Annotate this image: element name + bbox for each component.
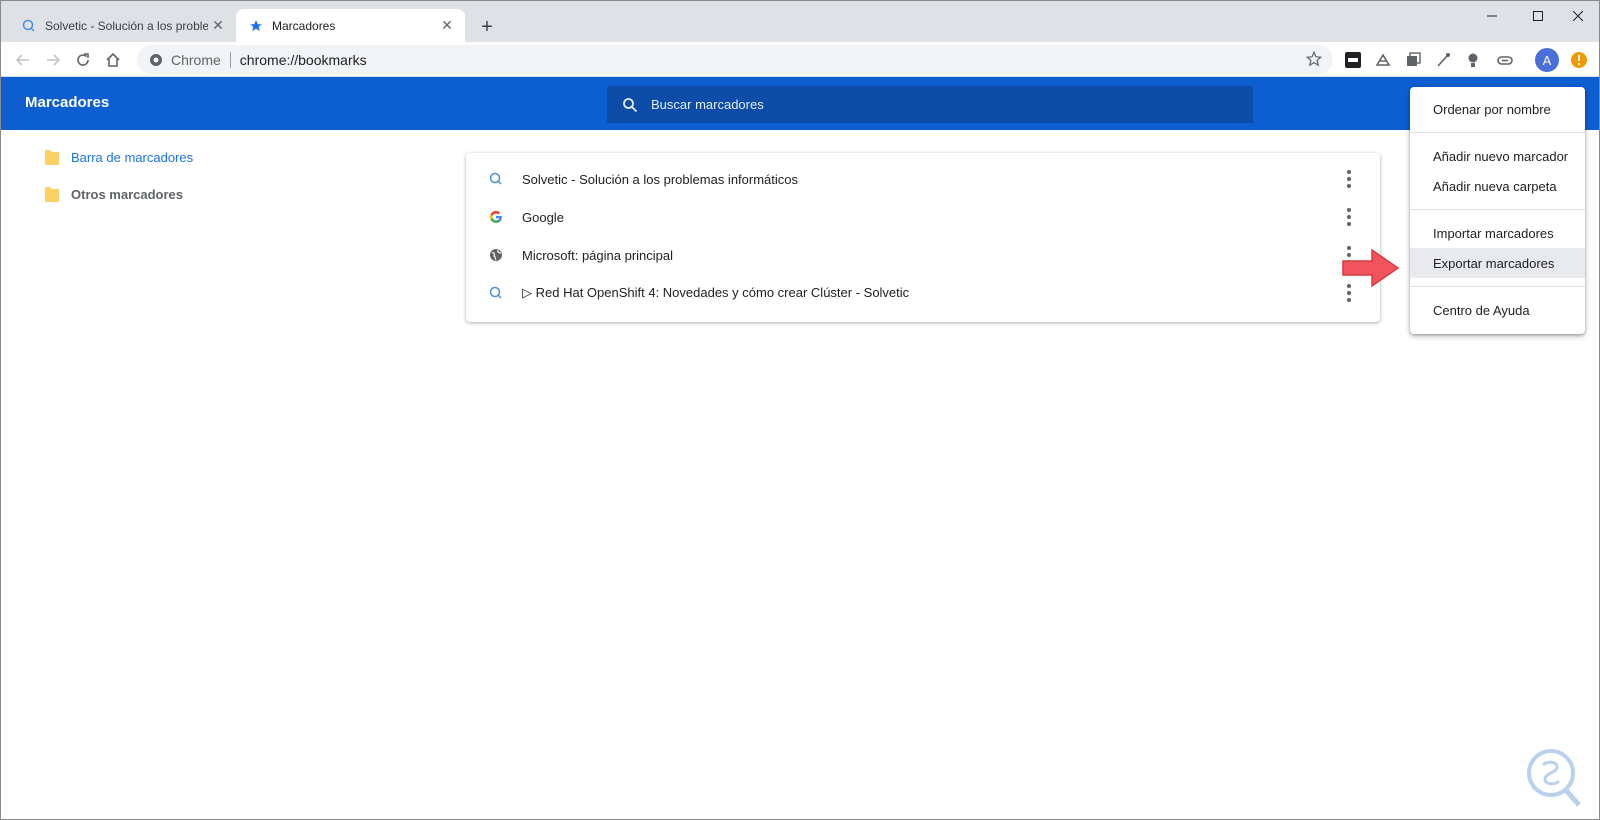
extension-icon[interactable] <box>1373 50 1393 70</box>
menu-divider <box>1410 286 1585 287</box>
organize-menu: Ordenar por nombre Añadir nuevo marcador… <box>1410 87 1585 334</box>
minimize-icon[interactable] <box>1469 1 1515 31</box>
bookmark-title: Microsoft: página principal <box>522 247 674 263</box>
address-bar[interactable]: Chrome chrome://bookmarks <box>137 45 1333 74</box>
sidebar-item-label: Barra de marcadores <box>71 149 194 165</box>
profile-avatar[interactable]: A <box>1535 48 1559 72</box>
solvetic-icon <box>21 18 37 34</box>
menu-item-exportar-marcadores[interactable]: Exportar marcadores <box>1410 248 1585 278</box>
eyedropper-extension-icon[interactable] <box>1433 50 1453 70</box>
sidebar-item-label: Otros marcadores <box>71 186 183 202</box>
home-icon[interactable] <box>99 46 127 74</box>
close-tab-icon[interactable]: ✕ <box>437 16 457 36</box>
tab-solvetic[interactable]: Solvetic - Solución a los problemas ✕ <box>9 9 236 42</box>
menu-item-anadir-nueva-carpeta[interactable]: Añadir nueva carpeta <box>1410 171 1585 201</box>
bookmark-row[interactable]: Solvetic - Solución a los problemas info… <box>466 160 1380 198</box>
back-icon[interactable] <box>9 46 37 74</box>
tab-marcadores[interactable]: Marcadores ✕ <box>236 9 465 42</box>
sidebar-item-otros-marcadores[interactable]: Otros marcadores <box>45 181 183 207</box>
menu-item-anadir-nuevo-marcador[interactable]: Añadir nuevo marcador <box>1410 141 1585 171</box>
tab-title: Solvetic - Solución a los problemas <box>45 18 208 33</box>
url-text: chrome://bookmarks <box>239 51 367 68</box>
bookmark-row[interactable]: Microsoft: página principal <box>466 236 1380 274</box>
bookmark-list: Solvetic - Solución a los problemas info… <box>466 153 1380 322</box>
sidebar-item-barra-de-marcadores[interactable]: Barra de marcadores <box>45 144 193 170</box>
menu-item-importar-marcadores[interactable]: Importar marcadores <box>1410 218 1585 248</box>
chrome-icon <box>149 53 163 67</box>
search-box[interactable] <box>607 86 1253 123</box>
tab-strip: Solvetic - Solución a los problemas ✕ Ma… <box>1 1 1599 42</box>
new-tab-button[interactable]: + <box>475 15 499 39</box>
window-close-icon[interactable] <box>1555 1 1599 31</box>
bookmarks-header: Marcadores <box>1 77 1599 130</box>
divider <box>229 51 231 68</box>
link-extension-icon[interactable] <box>1495 50 1515 70</box>
tab-title: Marcadores <box>272 18 336 33</box>
folder-icon <box>45 150 59 165</box>
search-input[interactable] <box>651 97 1211 112</box>
more-options-icon[interactable] <box>1339 207 1359 227</box>
url-shortener-extension-icon[interactable] <box>1343 50 1363 70</box>
update-alert-icon[interactable] <box>1569 50 1589 70</box>
search-icon <box>621 96 639 114</box>
reload-icon[interactable] <box>69 46 97 74</box>
menu-divider <box>1410 132 1585 133</box>
bookmark-title: ▷ Red Hat OpenShift 4: Novedades y cómo … <box>522 285 910 300</box>
solvetic-icon <box>488 171 504 187</box>
toolbar: Chrome chrome://bookmarks A <box>1 42 1599 77</box>
forward-icon[interactable] <box>39 46 67 74</box>
solvetic-icon <box>488 285 504 301</box>
site-label: Chrome <box>171 51 221 68</box>
solvetic-watermark-logo-icon <box>1527 749 1581 807</box>
red-arrow-icon <box>1342 248 1400 288</box>
bookmark-title: Solvetic - Solución a los problemas info… <box>522 171 799 187</box>
bookmark-row[interactable]: ▷ Red Hat OpenShift 4: Novedades y cómo … <box>466 274 1380 312</box>
star-icon <box>248 18 264 34</box>
menu-item-centro-de-ayuda[interactable]: Centro de Ayuda <box>1410 295 1585 325</box>
page-title: Marcadores <box>25 94 110 111</box>
folder-icon <box>45 187 59 202</box>
close-tab-icon[interactable]: ✕ <box>208 16 228 36</box>
google-icon <box>488 209 504 225</box>
bookmark-title: Google <box>522 209 564 225</box>
menu-item-ordenar-por-nombre[interactable]: Ordenar por nombre <box>1410 94 1585 124</box>
menu-divider <box>1410 209 1585 210</box>
lightbulb-extension-icon[interactable] <box>1463 50 1483 70</box>
globe-icon <box>488 247 504 263</box>
bookmark-star-icon[interactable] <box>1305 50 1323 68</box>
layers-extension-icon[interactable] <box>1403 50 1423 70</box>
browser-window: Solvetic - Solución a los problemas ✕ Ma… <box>0 0 1600 820</box>
bookmark-row[interactable]: Google <box>466 198 1380 236</box>
more-options-icon[interactable] <box>1339 169 1359 189</box>
